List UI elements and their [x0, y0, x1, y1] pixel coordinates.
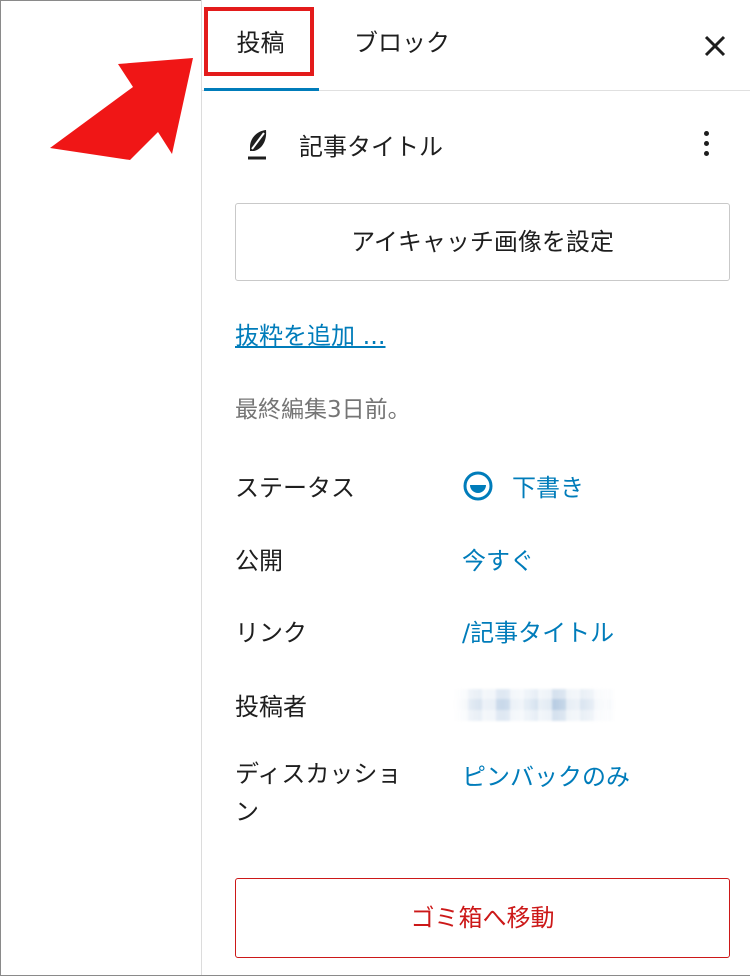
link-value[interactable]: /記事タイトル — [462, 613, 614, 648]
move-to-trash-button[interactable]: ゴミ箱へ移動 — [235, 878, 730, 958]
feather-icon — [248, 130, 267, 160]
pointer-arrow-icon — [50, 58, 193, 160]
status-label: ステータス — [235, 474, 355, 502]
post-title: 記事タイトル — [299, 133, 443, 161]
discussion-value[interactable]: ピンバックのみ — [462, 757, 630, 792]
last-edited-text: 最終編集3日前。 — [235, 397, 411, 423]
more-vertical-icon[interactable] — [696, 128, 716, 164]
discussion-label: ディスカッション — [235, 760, 402, 826]
add-excerpt-link[interactable]: 抜粋を追加 ... — [235, 316, 386, 351]
publish-value[interactable]: 今すぐ — [462, 541, 534, 576]
link-label: リンク — [235, 619, 307, 647]
settings-sidebar: 投稿 ブロック 記事タイトル アイキャッチ画像を設定 抜粋を追加 ... 最終編… — [201, 0, 750, 975]
set-featured-image-button[interactable]: アイキャッチ画像を設定 — [235, 203, 730, 281]
author-value-redacted[interactable] — [454, 689, 616, 721]
tab-block[interactable]: ブロック — [350, 0, 454, 90]
close-icon[interactable] — [700, 28, 730, 62]
author-label: 投稿者 — [235, 693, 307, 721]
status-value[interactable]: 下書き — [512, 468, 584, 503]
publish-label: 公開 — [235, 547, 283, 575]
draft-status-icon[interactable] — [462, 470, 494, 502]
post-summary: 記事タイトル — [202, 110, 750, 180]
sidebar-tabs: 投稿 ブロック — [202, 0, 750, 91]
tab-post[interactable]: 投稿 — [202, 0, 319, 91]
